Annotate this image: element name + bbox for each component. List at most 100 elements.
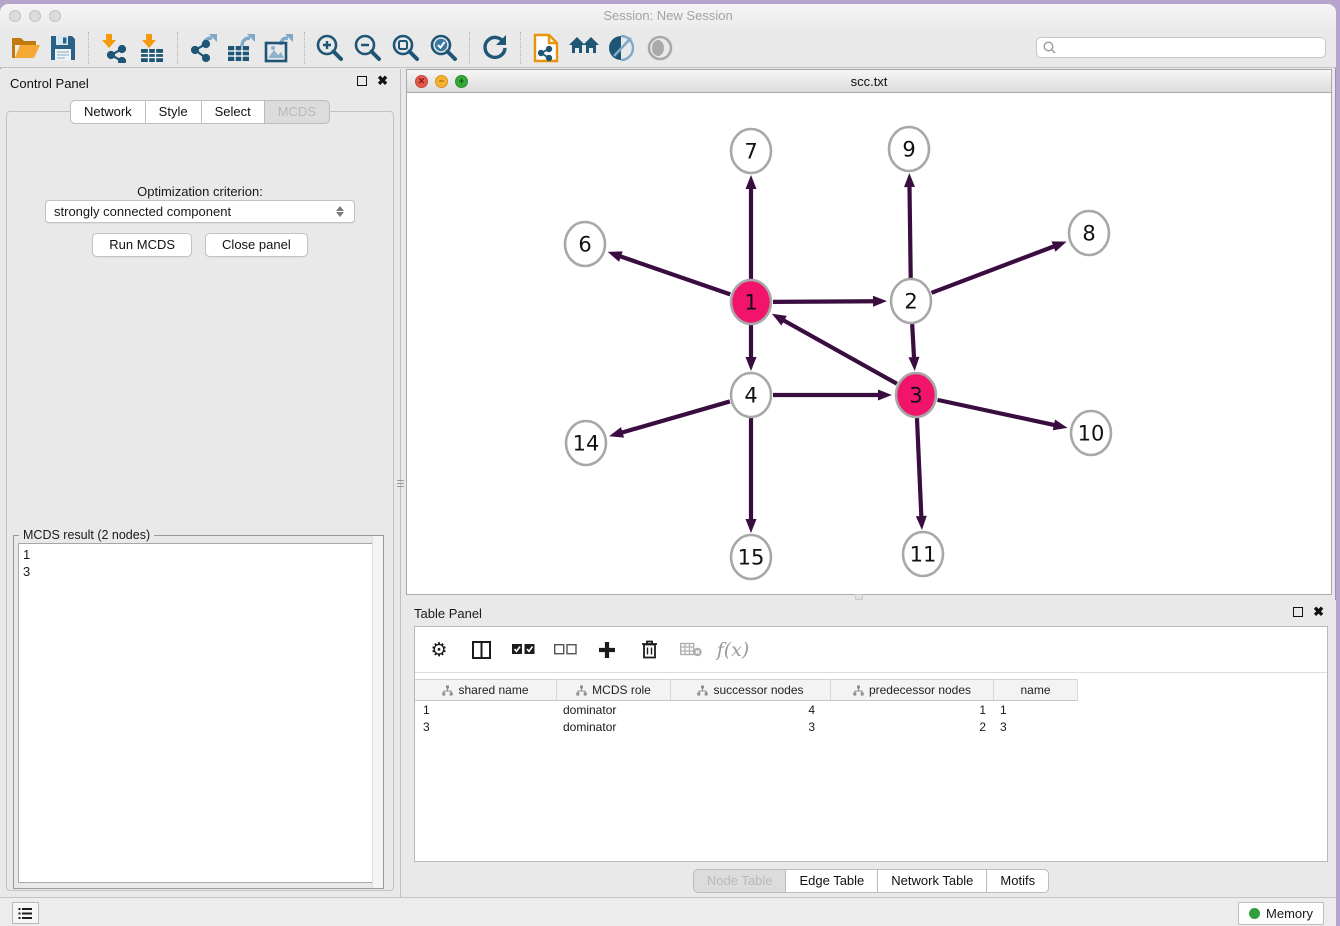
graph-edge-arrowhead: [772, 314, 787, 326]
zoom-in-icon: [315, 33, 345, 63]
tab-network[interactable]: Network: [70, 100, 146, 124]
tab-style[interactable]: Style: [145, 100, 202, 124]
graph-edge-3-11[interactable]: [917, 418, 921, 519]
zoom-in-button[interactable]: [311, 31, 349, 65]
run-mcds-button[interactable]: Run MCDS: [92, 233, 192, 257]
graph-edge-2-3[interactable]: [912, 324, 914, 360]
table-settings-button[interactable]: ⚙: [427, 635, 451, 665]
table-cell[interactable]: 3: [415, 718, 557, 735]
table-cell[interactable]: 4: [671, 701, 831, 718]
deselect-all-columns-button[interactable]: [553, 635, 577, 665]
graph-edge-3-1[interactable]: [781, 319, 896, 384]
graph-edge-2-8[interactable]: [932, 245, 1057, 292]
column-header-name[interactable]: name: [994, 679, 1078, 701]
window-title: Session: New Session: [0, 8, 1336, 23]
network-view-window: ✕ − + scc.txt 7968124314101511: [406, 69, 1332, 595]
close-panel-button[interactable]: Close panel: [205, 233, 308, 257]
mcds-result-text[interactable]: 13: [18, 543, 379, 883]
toolbar-separator: [520, 32, 521, 64]
vertical-splitter-handle[interactable]: [397, 472, 404, 494]
open-session-button[interactable]: [6, 31, 44, 65]
graph-edge-arrowhead: [746, 519, 757, 533]
graph-edge-arrowhead: [904, 173, 915, 187]
tab-edge-table[interactable]: Edge Table: [785, 869, 878, 893]
zoom-out-button[interactable]: [349, 31, 387, 65]
table-cell[interactable]: 2: [831, 718, 994, 735]
birds-eye-button[interactable]: [641, 31, 679, 65]
tree-icon: [442, 685, 453, 696]
graph-edge-1-6[interactable]: [618, 256, 730, 295]
search-input[interactable]: [1036, 37, 1326, 58]
optimization-criterion-label: Optimization criterion:: [7, 184, 393, 199]
column-header-label: MCDS role: [592, 683, 651, 697]
save-session-button[interactable]: [44, 31, 82, 65]
graph-edge-1-2[interactable]: [773, 301, 876, 302]
delete-table-button-disabled: [679, 635, 703, 665]
new-network-from-selection-button[interactable]: [527, 31, 565, 65]
graph-edge-arrowhead: [746, 357, 757, 371]
column-header-successor-nodes[interactable]: successor nodes: [671, 679, 831, 701]
tab-node-table[interactable]: Node Table: [693, 869, 787, 893]
network-window-titlebar[interactable]: ✕ − + scc.txt: [407, 70, 1331, 93]
float-panel-button[interactable]: [357, 76, 367, 86]
table-cell[interactable]: 3: [671, 718, 831, 735]
table-cell[interactable]: 1: [831, 701, 994, 718]
column-header-MCDS-role[interactable]: MCDS role: [557, 679, 671, 701]
export-image-button[interactable]: [260, 31, 298, 65]
tab-select[interactable]: Select: [201, 100, 265, 124]
table-cell[interactable]: 3: [994, 718, 1078, 735]
table-cell[interactable]: 1: [994, 701, 1078, 718]
table-row[interactable]: 3dominator323: [415, 718, 1078, 735]
graph-edge-2-9[interactable]: [909, 184, 910, 278]
select-all-columns-button[interactable]: [511, 635, 535, 665]
float-table-panel-button[interactable]: [1293, 607, 1303, 617]
fx-icon: f(x): [717, 639, 750, 661]
delete-column-button[interactable]: [637, 635, 661, 665]
column-header-label: successor nodes: [713, 683, 803, 697]
zoom-selected-button[interactable]: [425, 31, 463, 65]
apply-layout-button[interactable]: [476, 31, 514, 65]
table-row[interactable]: 1dominator411: [415, 701, 1078, 718]
task-history-button[interactable]: [12, 902, 39, 924]
horizontal-splitter-handle[interactable]: [855, 594, 863, 600]
two-houses-button[interactable]: [565, 31, 603, 65]
search-field-wrap: [1036, 37, 1326, 58]
tree-icon: [853, 685, 864, 696]
tab-motifs[interactable]: Motifs: [986, 869, 1049, 893]
close-panel-icon-button[interactable]: ✖: [377, 76, 388, 86]
tab-mcds[interactable]: MCDS: [264, 100, 330, 124]
table-cell[interactable]: dominator: [557, 718, 671, 735]
export-table-button[interactable]: [222, 31, 260, 65]
import-network-button[interactable]: [95, 31, 133, 65]
table-panel-header: Table Panel ✖: [406, 600, 1336, 626]
criterion-dropdown[interactable]: strongly connected component: [45, 200, 355, 223]
graph-edge-4-14[interactable]: [620, 401, 730, 433]
result-scrollbar[interactable]: [372, 536, 383, 888]
zoom-fit-button[interactable]: [387, 31, 425, 65]
column-header-predecessor-nodes[interactable]: predecessor nodes: [831, 679, 994, 701]
mcds-result-title: MCDS result (2 nodes): [19, 528, 154, 542]
import-table-button[interactable]: [133, 31, 171, 65]
gear-icon: ⚙: [430, 639, 447, 661]
toolbar-separator: [177, 32, 178, 64]
control-panel-header: Control Panel ✖: [0, 69, 400, 95]
save-icon: [50, 35, 76, 61]
add-column-button[interactable]: [595, 635, 619, 665]
export-network-button[interactable]: [184, 31, 222, 65]
memory-button[interactable]: Memory: [1238, 902, 1324, 925]
table-header-row: shared name MCDS role successor nodes prede…: [415, 679, 1078, 701]
graphics-details-button[interactable]: [603, 31, 641, 65]
close-table-panel-button[interactable]: ✖: [1313, 607, 1324, 617]
table-cell[interactable]: 1: [415, 701, 557, 718]
column-header-shared-name[interactable]: shared name: [415, 679, 557, 701]
graph-edge-3-10[interactable]: [937, 400, 1056, 426]
tab-network-table[interactable]: Network Table: [877, 869, 987, 893]
mcds-result-box: MCDS result (2 nodes) 13: [13, 535, 384, 889]
table-cell[interactable]: dominator: [557, 701, 671, 718]
graph-edge-arrowhead: [1053, 420, 1068, 431]
table-delete-icon: [680, 642, 702, 657]
toggle-columns-button[interactable]: [469, 635, 493, 665]
export-table-icon: [226, 33, 256, 63]
graph-node-label: 15: [738, 546, 765, 570]
network-graph[interactable]: 7968124314101511: [407, 93, 1331, 594]
